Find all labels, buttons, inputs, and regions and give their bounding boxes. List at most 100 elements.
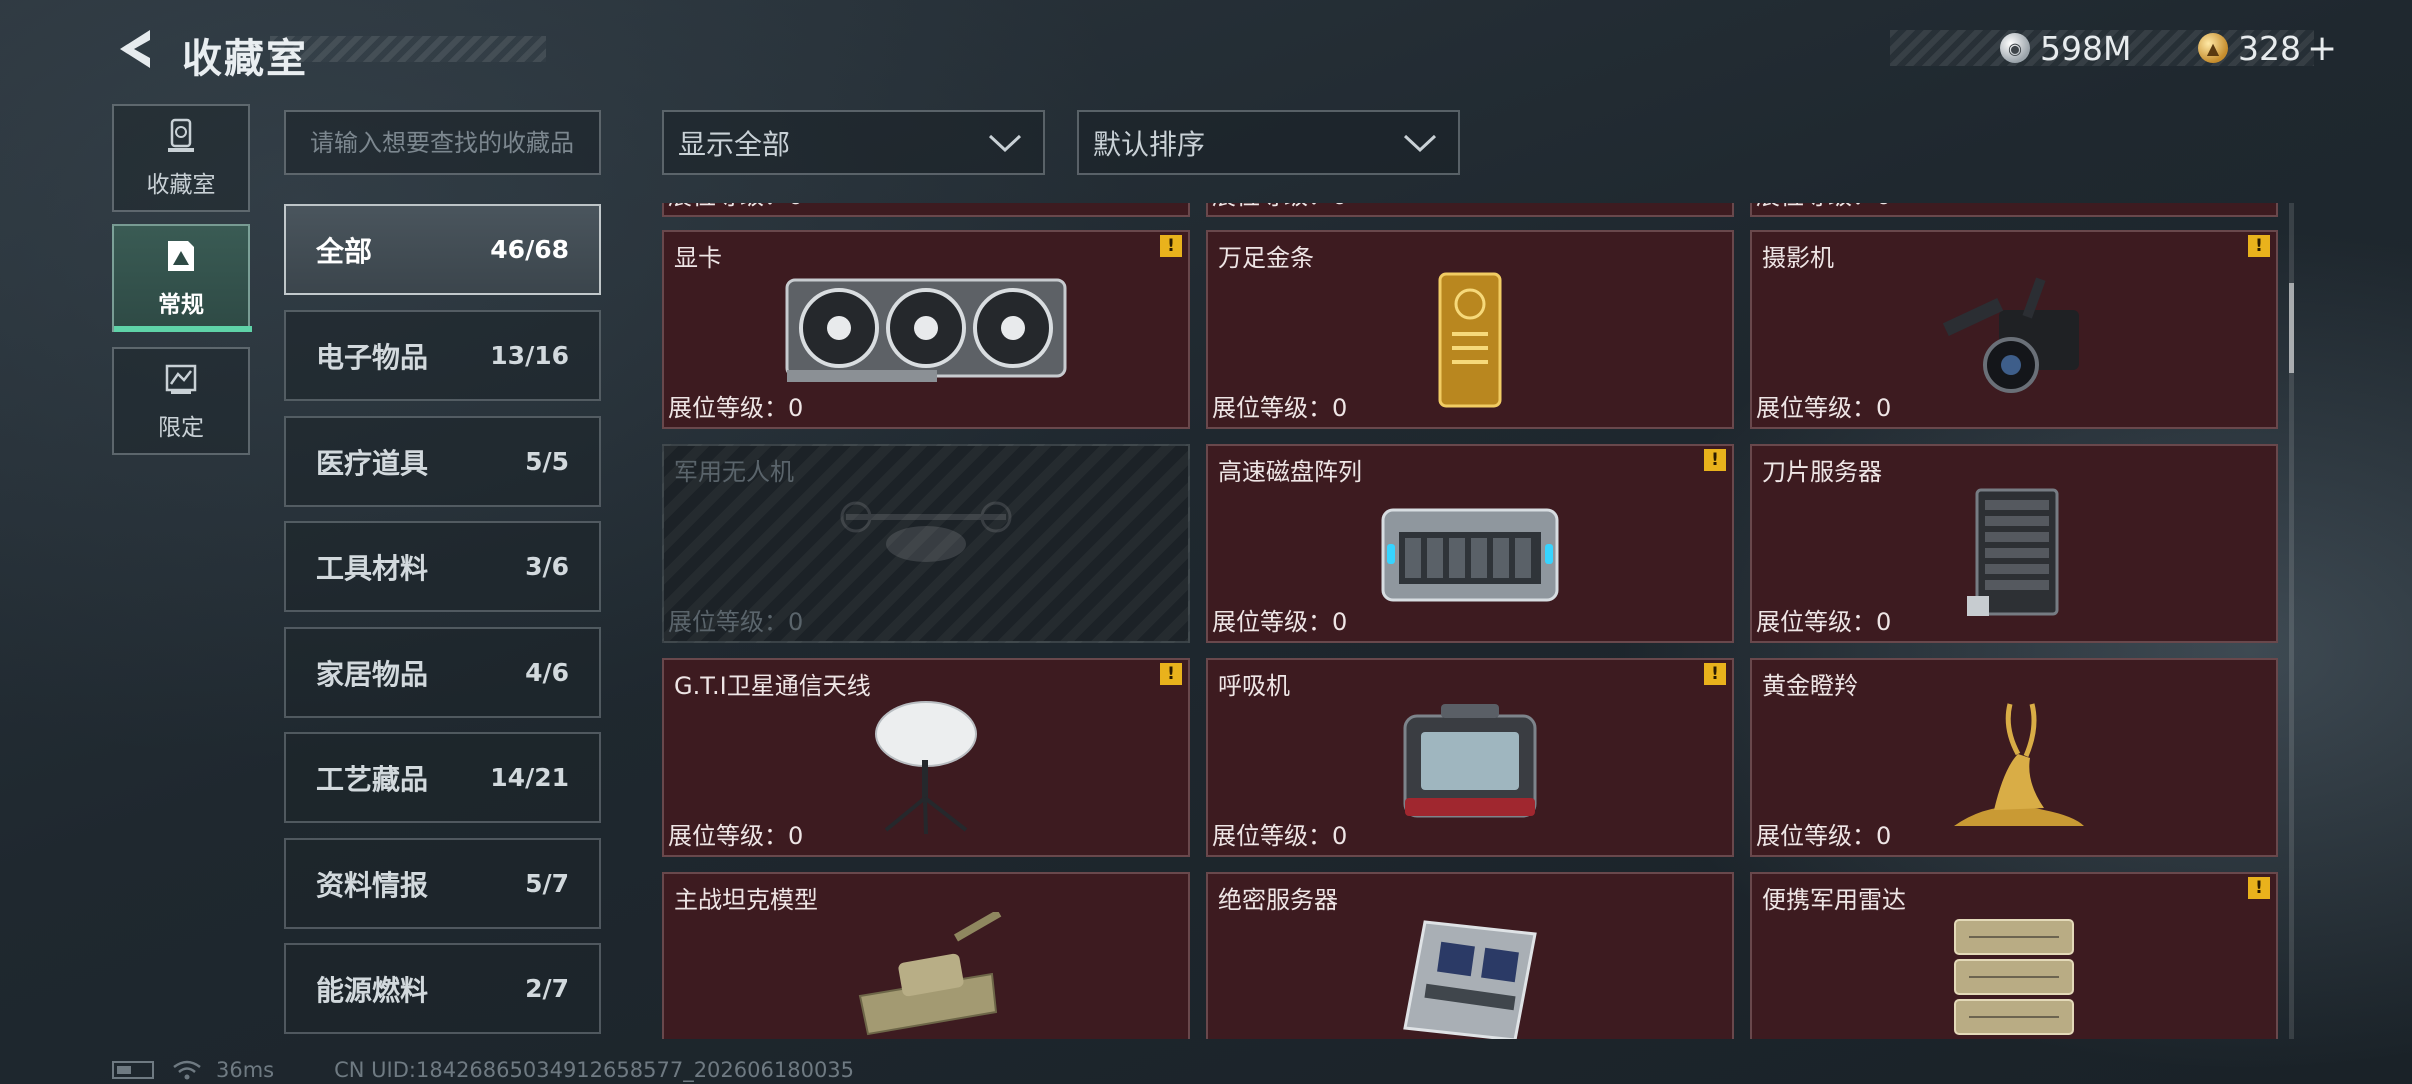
display-filter-dropdown[interactable]: 显示全部 [662, 110, 1045, 175]
card-level: 展位等级：0 [1212, 608, 1348, 636]
category-tools[interactable]: 工具材料 3/6 [284, 521, 601, 612]
page-title: 收藏室 [182, 36, 308, 82]
collection-card-tank-model[interactable]: 主战坦克模型 [662, 872, 1190, 1039]
category-name: 工具材料 [316, 551, 429, 585]
gold-gazelle-icon [1954, 703, 2084, 826]
card-level: 展位等级：0 [668, 608, 804, 636]
graphics-card-icon [785, 278, 1067, 382]
grid-scrollbar-thumb[interactable] [2289, 283, 2294, 373]
collection-card-video-camera[interactable]: 摄影机 ! 展位等级：0 [1750, 230, 2278, 429]
chevron-down-icon [988, 134, 1022, 152]
tank-model-icon [858, 912, 1002, 1036]
warning-icon: ! [1160, 235, 1182, 257]
collection-grid[interactable]: 展位等级：0 展位等级：0 展位等级：0 显卡 ! 展位等级：0 万足金条 [660, 203, 2280, 1039]
collection-card-partial[interactable]: 展位等级：0 [662, 203, 1190, 217]
collection-card-disk-array[interactable]: 高速磁盘阵列 ! 展位等级：0 [1206, 444, 1734, 643]
gold-bar-icon [1438, 272, 1502, 408]
back-arrow-icon [120, 30, 150, 68]
category-count: 13/16 [490, 341, 569, 370]
video-camera-icon [1942, 277, 2079, 393]
currency-gold[interactable]: ▲ 328 + [2198, 27, 2337, 69]
collection-card-satellite-antenna[interactable]: G.T.I卫星通信天线 ! 展位等级：0 [662, 658, 1190, 857]
title-area: 收藏室 [170, 26, 546, 82]
card-icon [168, 241, 194, 271]
search-box[interactable] [284, 110, 601, 175]
sort-dropdown[interactable]: 默认排序 [1077, 110, 1460, 175]
collection-card-secret-server[interactable]: 绝密服务器 [1206, 872, 1734, 1039]
category-all[interactable]: 全部 46/68 [284, 204, 601, 295]
card-level: 展位等级：0 [1212, 203, 1347, 211]
user-uid: CN UID:18426865034912658577_202606180035 [334, 1058, 855, 1082]
silver-amount: 598M [2040, 28, 2132, 68]
back-button[interactable] [110, 24, 158, 74]
card-name: 万足金条 [1218, 244, 1314, 272]
category-name: 医疗道具 [316, 446, 429, 480]
nav-item-collection[interactable]: 收藏室 [112, 104, 250, 212]
category-intel[interactable]: 资料情报 5/7 [284, 838, 601, 929]
collection-card-partial[interactable]: 展位等级：0 [1750, 203, 2278, 217]
add-currency-button[interactable]: + [2307, 28, 2337, 69]
sort-value: 默认排序 [1093, 127, 1206, 161]
nav-label: 常规 [158, 292, 204, 318]
collection-card-portable-radar[interactable]: 便携军用雷达 ! [1750, 872, 2278, 1039]
card-level: 展位等级：0 [1756, 394, 1892, 422]
warning-icon: ! [2248, 235, 2270, 257]
collection-card-gold-bar[interactable]: 万足金条 展位等级：0 [1206, 230, 1734, 429]
card-name: 便携军用雷达 [1762, 886, 1906, 914]
card-name: G.T.I卫星通信天线 [674, 672, 871, 700]
currency-silver: ◉ 598M [2000, 27, 2131, 69]
header-bar: 收藏室 ◉ 598M ▲ 328 + [0, 0, 2412, 100]
nav-label: 限定 [158, 415, 204, 441]
satellite-dish-icon [875, 701, 977, 835]
card-name: 主战坦克模型 [674, 886, 818, 914]
battery-icon [112, 1061, 154, 1079]
card-name: 军用无人机 [674, 458, 794, 486]
card-name: 显卡 [674, 244, 722, 272]
nav-item-regular[interactable]: 常规 [112, 224, 252, 332]
trophy-icon [168, 118, 194, 152]
card-level: 展位等级：0 [1756, 608, 1892, 636]
category-energy[interactable]: 能源燃料 2/7 [284, 943, 601, 1034]
category-count: 2/7 [525, 974, 569, 1003]
collection-card-drone-locked[interactable]: 军用无人机 展位等级：0 [662, 444, 1190, 643]
ping-value: 36ms [216, 1058, 275, 1082]
display-filter-value: 显示全部 [678, 127, 791, 161]
warning-icon: ! [1160, 663, 1182, 685]
category-name: 电子物品 [316, 340, 429, 374]
card-name: 绝密服务器 [1218, 886, 1338, 914]
status-footer: 36ms CN UID:18426865034912658577_2026061… [112, 1058, 854, 1082]
disk-array-icon [1381, 508, 1559, 602]
blade-server-icon [1967, 488, 2059, 616]
collection-card-graphics-card[interactable]: 显卡 ! 展位等级：0 [662, 230, 1190, 429]
collection-card-blade-server[interactable]: 刀片服务器 展位等级：0 [1750, 444, 2278, 643]
card-level: 展位等级：0 [668, 203, 803, 211]
category-count: 4/6 [525, 658, 569, 687]
category-home[interactable]: 家居物品 4/6 [284, 627, 601, 718]
category-medical[interactable]: 医疗道具 5/5 [284, 416, 601, 507]
category-name: 全部 [316, 234, 373, 268]
card-name: 呼吸机 [1218, 672, 1290, 700]
active-indicator [114, 326, 252, 332]
gold-amount: 328 [2238, 28, 2301, 68]
nav-label: 收藏室 [146, 172, 216, 198]
category-count: 46/68 [490, 235, 569, 264]
category-electronics[interactable]: 电子物品 13/16 [284, 310, 601, 401]
collection-card-gold-gazelle[interactable]: 黄金瞪羚 展位等级：0 [1750, 658, 2278, 857]
category-crafts[interactable]: 工艺藏品 14/21 [284, 732, 601, 823]
card-name: 摄影机 [1762, 244, 1834, 272]
card-name: 刀片服务器 [1762, 458, 1882, 486]
nav-item-limited[interactable]: 限定 [112, 347, 250, 455]
card-level: 展位等级：0 [1212, 394, 1348, 422]
warning-icon: ! [1704, 449, 1726, 471]
card-level: 展位等级：0 [668, 822, 804, 850]
search-input[interactable] [310, 128, 590, 157]
card-level: 展位等级：0 [668, 394, 804, 422]
collection-card-ventilator[interactable]: 呼吸机 ! 展位等级：0 [1206, 658, 1734, 857]
silver-coin-icon: ◉ [2000, 33, 2030, 63]
card-level: 展位等级：0 [1212, 822, 1348, 850]
category-name: 工艺藏品 [316, 762, 429, 796]
title-decoration [270, 36, 546, 62]
collection-card-partial[interactable]: 展位等级：0 [1206, 203, 1734, 217]
drone-icon [840, 501, 1012, 562]
ventilator-icon [1403, 704, 1537, 818]
